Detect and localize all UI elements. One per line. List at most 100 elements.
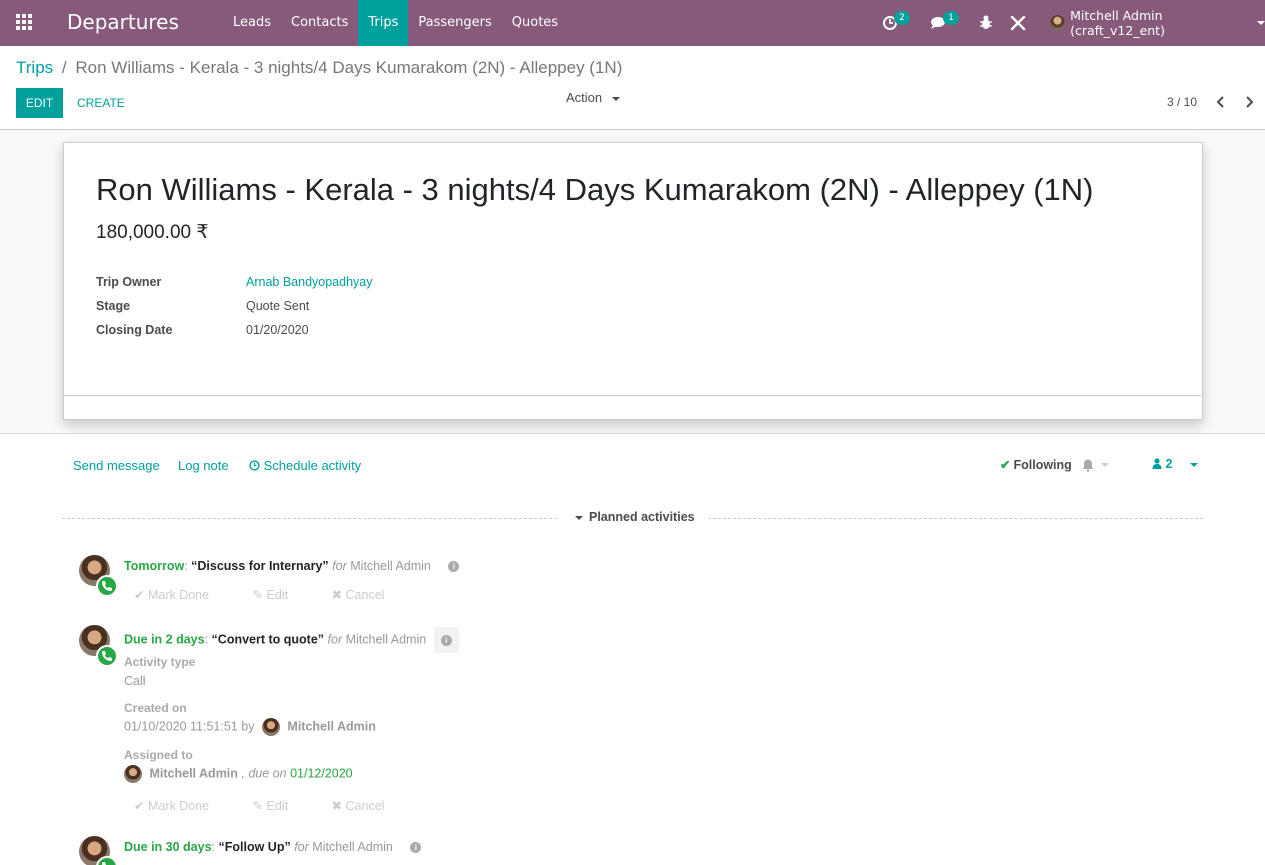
- activity-for: for: [332, 559, 347, 573]
- activity-type-value: Call: [124, 674, 146, 688]
- info-icon: i: [440, 635, 452, 647]
- activity-type-label: Activity type: [124, 655, 196, 669]
- due-on-label: , due on: [241, 766, 287, 781]
- assigned-to-row: Mitchell Admin , due on 01/12/2020: [124, 765, 353, 783]
- separator-right: [708, 518, 1203, 519]
- activity-summary: “Convert to quote”: [211, 632, 325, 647]
- action-label: Action: [566, 90, 603, 105]
- chevron-down-icon: [1189, 462, 1198, 467]
- activity-for: for: [327, 632, 343, 647]
- followers-button[interactable]: 2: [1152, 457, 1198, 471]
- activity-header: Tomorrow: “Discuss for Internary” for Mi…: [124, 559, 460, 573]
- created-on-row: 01/10/2020 11:51:51 by Mitchell Admin: [124, 718, 376, 736]
- caret-down-icon: [575, 515, 583, 520]
- app-title: Departures: [67, 10, 179, 34]
- menu-quotes[interactable]: Quotes: [502, 0, 568, 46]
- planned-activities-label: Planned activities: [589, 510, 695, 524]
- breadcrumb-separator: /: [61, 58, 67, 77]
- menu-contacts[interactable]: Contacts: [281, 0, 358, 46]
- mark-done-label: Mark Done: [147, 588, 210, 602]
- notification-bell-icon[interactable]: [1081, 458, 1111, 472]
- menu-leads[interactable]: Leads: [223, 0, 281, 46]
- activity-due: Due in 2 days: [124, 632, 205, 647]
- menu-trips[interactable]: Trips: [358, 0, 409, 46]
- cancel-label: Cancel: [345, 588, 385, 602]
- activity-due: Tomorrow: [124, 559, 185, 573]
- field-value-stage: Quote Sent: [246, 299, 310, 313]
- user-name: Mitchell Admin (craft_v12_ent): [1070, 8, 1165, 38]
- cancel-activity-button[interactable]: ✖ Cancel: [332, 588, 405, 602]
- avatar: [261, 718, 280, 736]
- field-value-closing-date: 01/20/2020: [246, 323, 309, 337]
- pager-value[interactable]: 3 / 10: [1167, 95, 1197, 109]
- user-menu[interactable]: Mitchell Admin (craft_v12_ent): [1050, 0, 1265, 46]
- activity-user: Mitchell Admin: [350, 559, 431, 573]
- create-button[interactable]: CREATE: [77, 88, 125, 118]
- field-value-trip-owner[interactable]: Arnab Bandyopadhyay: [246, 275, 372, 289]
- field-label-stage: Stage: [96, 299, 131, 313]
- activity-for: for: [294, 840, 309, 854]
- assigned-user: Mitchell Admin: [149, 766, 238, 781]
- created-on-label: Created on: [124, 701, 187, 715]
- schedule-activity-label: Schedule activity: [263, 458, 362, 473]
- edit-label: Edit: [266, 588, 289, 602]
- apps-grid-icon[interactable]: [16, 14, 34, 32]
- phone-icon: [96, 645, 118, 667]
- breadcrumb: Trips / Ron Williams - Kerala - 3 nights…: [16, 58, 622, 78]
- main-menu: Leads Contacts Trips Passengers Quotes: [223, 0, 568, 46]
- top-navbar: Departures Leads Contacts Trips Passenge…: [0, 0, 1265, 46]
- user-icon: [1152, 458, 1162, 469]
- action-dropdown[interactable]: Action: [566, 90, 620, 105]
- control-panel: Trips / Ron Williams - Kerala - 3 nights…: [0, 46, 1265, 130]
- clock-icon: [249, 460, 260, 471]
- cancel-label: Cancel: [345, 799, 385, 813]
- edit-activity-button[interactable]: ✎ Edit: [253, 588, 309, 602]
- activity-actions: ✔ Mark Done ✎ Edit ✖ Cancel: [134, 587, 424, 602]
- due-date: 01/12/2020: [290, 766, 353, 781]
- breadcrumb-trips[interactable]: Trips: [16, 58, 53, 77]
- following-button[interactable]: ✔ Following: [1000, 457, 1072, 472]
- edit-label: Edit: [266, 799, 289, 813]
- mark-done-button[interactable]: ✔ Mark Done: [134, 799, 229, 813]
- chevron-down-icon: [611, 96, 620, 101]
- info-icon[interactable]: i: [410, 842, 422, 854]
- pager-previous-icon[interactable]: [1216, 96, 1226, 108]
- send-message-button[interactable]: Send message: [73, 458, 160, 473]
- followers-count: 2: [1165, 457, 1173, 471]
- field-label-closing-date: Closing Date: [96, 323, 173, 337]
- phone-icon: [96, 856, 118, 865]
- info-icon[interactable]: i: [448, 561, 460, 573]
- log-note-button[interactable]: Log note: [178, 458, 229, 473]
- menu-passengers[interactable]: Passengers: [408, 0, 501, 46]
- edit-activity-button[interactable]: ✎ Edit: [253, 799, 309, 813]
- separator-left: [62, 518, 557, 519]
- message-count-badge: 1: [943, 11, 959, 25]
- activity-summary: “Follow Up”: [218, 840, 291, 854]
- check-icon: ✔: [1000, 458, 1011, 472]
- following-label: Following: [1013, 458, 1072, 472]
- user-avatar: [1050, 15, 1066, 31]
- field-label-trip-owner: Trip Owner: [96, 275, 162, 289]
- activity-actions: ✔ Mark Done ✎ Edit ✖ Cancel: [134, 798, 424, 813]
- cancel-activity-button[interactable]: ✖ Cancel: [332, 799, 405, 813]
- activity-user: Mitchell Admin: [345, 632, 427, 647]
- created-on-value: 01/10/2020 11:51:51: [124, 719, 238, 734]
- breadcrumb-current: Ron Williams - Kerala - 3 nights/4 Days …: [75, 58, 623, 77]
- activity-summary: “Discuss for Internary”: [191, 559, 329, 573]
- activity-header: Due in 30 days: “Follow Up” for Mitchell…: [124, 840, 422, 854]
- edit-button[interactable]: EDIT: [16, 88, 63, 118]
- tools-icon[interactable]: [1008, 13, 1028, 33]
- form-sheet: Ron Williams - Kerala - 3 nights/4 Days …: [63, 142, 1203, 420]
- info-toggle[interactable]: i: [433, 627, 459, 653]
- created-by-user: Mitchell Admin: [287, 719, 376, 734]
- planned-activities-toggle[interactable]: Planned activities: [575, 510, 695, 524]
- assigned-to-label: Assigned to: [124, 748, 193, 762]
- chevron-down-icon: [1257, 21, 1265, 25]
- bug-icon[interactable]: [976, 13, 996, 33]
- mark-done-button[interactable]: ✔ Mark Done: [134, 588, 229, 602]
- pager-next-icon[interactable]: [1244, 96, 1254, 108]
- activity-header: Due in 2 days: “Convert to quote” for Mi…: [124, 627, 459, 653]
- schedule-activity-button[interactable]: Schedule activity: [249, 458, 361, 473]
- record-title: Ron Williams - Kerala - 3 nights/4 Days …: [96, 172, 1094, 207]
- created-by-word: by: [241, 719, 255, 734]
